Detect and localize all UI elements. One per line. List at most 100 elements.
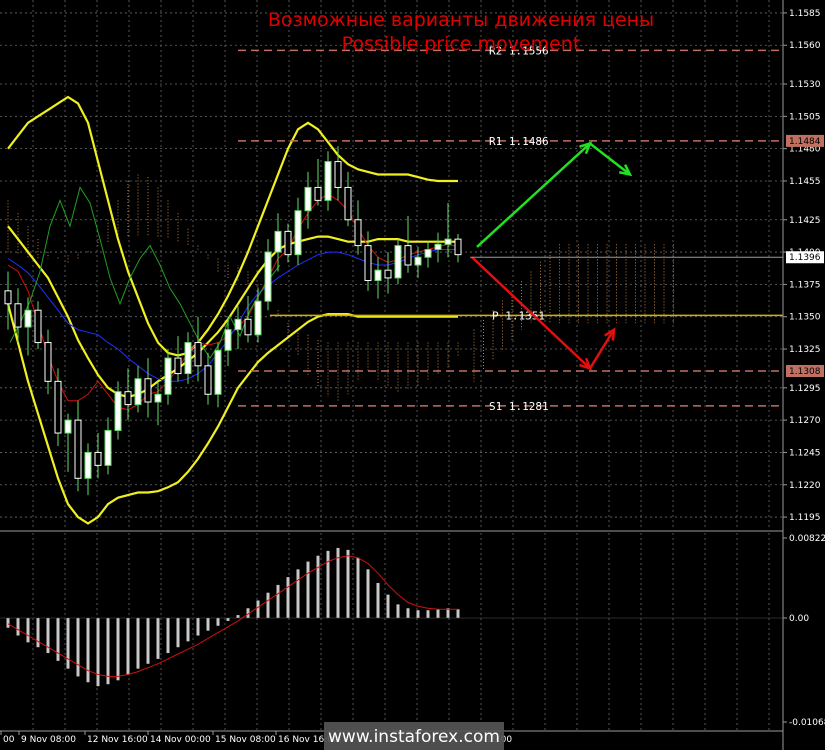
candle — [104, 429, 112, 466]
candle — [64, 419, 72, 434]
candle — [174, 357, 182, 375]
macd-bar — [446, 608, 450, 618]
candle — [204, 365, 212, 395]
candle — [164, 357, 172, 395]
macd-bar — [16, 618, 20, 636]
macd-bar — [286, 577, 290, 618]
macd-bar — [186, 618, 190, 642]
candle — [244, 318, 252, 336]
price-tick-label: 1.1195 — [789, 513, 821, 523]
price-tick-label: 1.1425 — [789, 216, 821, 226]
time-tick-label: 15 Nov 08:00 — [215, 735, 276, 745]
candle — [284, 230, 292, 256]
macd-bar — [266, 592, 270, 618]
macd-bar — [6, 618, 10, 628]
candle — [54, 380, 62, 434]
macd-bar — [456, 609, 460, 618]
macd-bar — [26, 618, 30, 643]
ichimoku-cloud — [7, 174, 674, 401]
macd-bar — [96, 618, 100, 687]
price-tick-label: 1.1325 — [789, 345, 821, 355]
macd-bar — [156, 618, 160, 659]
pivot-levels: R2 1.1556R1 1.1486P 1.1351S1 1.1281 — [238, 44, 783, 413]
macd-bar — [196, 618, 200, 636]
watermark: www.instaforex.com — [328, 727, 500, 747]
candle — [194, 342, 202, 367]
arrow-bullish — [476, 141, 633, 248]
candle — [444, 238, 452, 245]
candle — [454, 238, 462, 256]
macd-bar — [216, 618, 220, 626]
price-tick-label: 1.1455 — [789, 177, 821, 187]
price-tick-label: 1.1350 — [789, 313, 821, 323]
macd-tick-label: 0.00822 — [789, 534, 825, 544]
macd-bar — [406, 608, 410, 618]
price-tick-label: 1.1270 — [789, 416, 821, 426]
macd-bar — [66, 618, 70, 669]
candle — [424, 248, 432, 258]
macd-tick-label: -0.01068 — [789, 718, 825, 728]
macd-bar — [426, 610, 430, 618]
ma-red — [7, 193, 459, 411]
trading-chart: R2 1.1556 R1 1.1486 P 1.1351 S1 1.1281 Возмо… — [0, 0, 825, 750]
candle — [24, 309, 32, 328]
macd-bar — [166, 618, 170, 654]
candle — [404, 245, 412, 266]
level-label-R1: R1 1.1486 — [489, 135, 549, 148]
macd-bar — [236, 615, 240, 618]
macd-bar — [116, 618, 120, 681]
macd-bar — [416, 610, 420, 618]
macd-bar — [376, 582, 380, 618]
chart-title: Возможные варианты движения цены — [268, 9, 654, 31]
candle — [394, 245, 402, 279]
candle — [294, 210, 302, 256]
macd-bar — [296, 569, 300, 618]
arrow-bullish-line — [476, 141, 631, 248]
macd-bar — [386, 594, 390, 618]
candle — [324, 161, 332, 201]
candle — [334, 161, 342, 188]
macd-bar — [36, 618, 40, 648]
candle — [414, 256, 422, 266]
macd-bar — [56, 618, 60, 661]
time-tick-label: 14 Nov 00:00 — [150, 735, 211, 745]
macd-histogram — [6, 547, 460, 687]
macd-bar — [76, 618, 80, 677]
price-tick-label: 1.1220 — [789, 481, 821, 491]
macd-bar — [346, 549, 350, 618]
current-price-text: 1.1396 — [789, 253, 821, 263]
time-tick-label: 00 — [3, 735, 15, 745]
macd-tick-label: 0.00 — [789, 614, 809, 624]
chart-subtitle: Possible price movement — [342, 33, 581, 55]
candle — [374, 269, 382, 282]
macd-bar — [206, 618, 210, 631]
macd-bar — [396, 604, 400, 618]
candle — [384, 269, 392, 279]
candle — [14, 303, 22, 328]
candle — [94, 451, 102, 466]
candle — [434, 243, 442, 250]
candles — [4, 146, 462, 496]
candle — [264, 251, 272, 302]
level-badge-text-R1: 1.1484 — [789, 137, 821, 147]
candle — [314, 186, 322, 201]
candle — [74, 419, 82, 479]
candle — [4, 290, 12, 305]
price-tick-label: 1.1375 — [789, 280, 821, 290]
macd-bar — [136, 618, 140, 669]
candle — [34, 309, 42, 344]
price-chart-svg: R2 1.1556R1 1.1486P 1.1351S1 1.1281 Возмо… — [0, 0, 825, 750]
candle — [144, 378, 152, 403]
macd-bar — [106, 618, 110, 685]
price-tick-label: 1.1560 — [789, 41, 821, 51]
candle — [84, 451, 92, 479]
macd-bar — [366, 569, 370, 618]
macd-bar — [436, 609, 440, 618]
macd-bar — [86, 618, 90, 683]
candle — [124, 391, 132, 406]
candle — [44, 342, 52, 382]
price-tick-label: 1.1245 — [789, 448, 821, 458]
candle — [304, 186, 312, 212]
macd-bar — [316, 555, 320, 618]
price-tick-label: 1.1585 — [789, 9, 821, 19]
